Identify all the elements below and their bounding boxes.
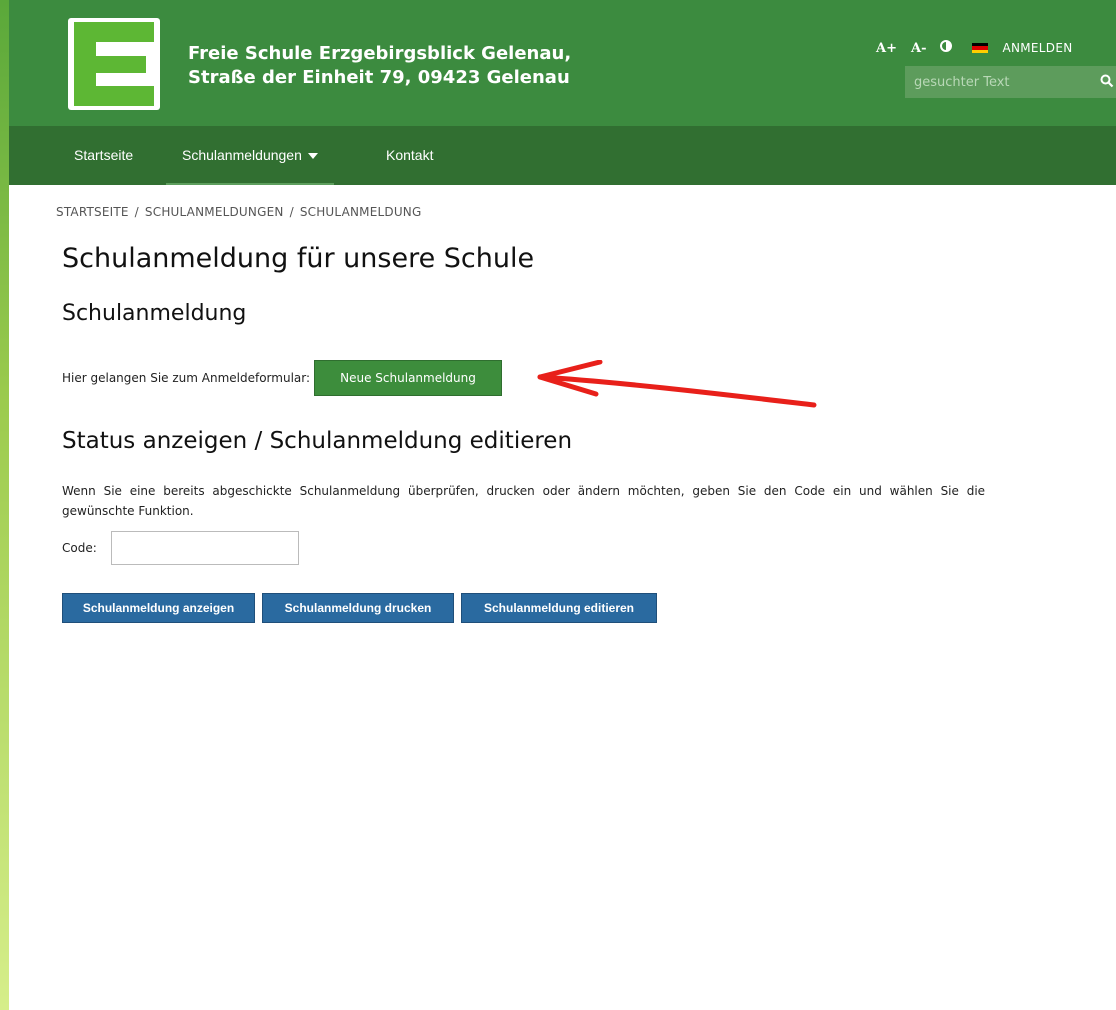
show-registration-button[interactable]: Schulanmeldung anzeigen: [62, 593, 255, 623]
annotation-arrow-icon: [537, 360, 817, 408]
breadcrumb: STARTSEITE / SCHULANMELDUNGEN / SCHULANMELDU…: [56, 205, 421, 219]
breadcrumb-current: SCHULANMELDUNG: [299, 205, 422, 219]
action-buttons: Schulanmeldung anzeigen Schulanmeldung d…: [62, 593, 664, 623]
status-section-title: Status anzeigen / Schulanmeldung editier…: [62, 428, 573, 454]
breadcrumb-startseite[interactable]: STARTSEITE: [56, 205, 129, 219]
school-name-line1: Freie Schule Erzgebirgsblick Gelenau,: [188, 43, 572, 64]
intro-text: Hier gelangen Sie zum Anmeldeformular:: [62, 371, 311, 385]
status-description: Wenn Sie eine bereits abgeschickte Schul…: [62, 481, 1116, 521]
school-name-line2: Straße der Einheit 79, 09423 Gelenau: [188, 67, 570, 88]
font-decrease-button[interactable]: A-: [911, 41, 926, 56]
breadcrumb-schulanmeldungen[interactable]: SCHULANMELDUNGEN: [145, 205, 284, 219]
search-icon[interactable]: [1100, 74, 1114, 88]
logo-e-icon: [74, 22, 154, 106]
login-link[interactable]: ANMELDEN: [1002, 41, 1072, 55]
left-decorative-strip: [0, 0, 9, 1010]
page-title: Schulanmeldung für unsere Schule: [62, 243, 535, 274]
breadcrumb-separator: /: [134, 205, 139, 219]
description-line1: Wenn Sie eine bereits abgeschickte Schul…: [62, 484, 986, 498]
contrast-icon[interactable]: [940, 40, 953, 56]
breadcrumb-separator: /: [289, 205, 294, 219]
main-navigation: Startseite Schulanmeldungen Kontakt: [9, 126, 1116, 185]
german-flag-icon[interactable]: [972, 43, 989, 53]
print-registration-button[interactable]: Schulanmeldung drucken: [262, 593, 454, 623]
edit-registration-button[interactable]: Schulanmeldung editieren: [461, 593, 657, 623]
search-box: [905, 66, 1116, 98]
school-logo[interactable]: [68, 18, 160, 110]
site-header: Freie Schule Erzgebirgsblick Gelenau, St…: [9, 0, 1116, 126]
intro-row: Hier gelangen Sie zum Anmeldeformular: N…: [62, 360, 503, 396]
code-row: Code:: [62, 530, 299, 566]
code-input[interactable]: [110, 531, 299, 565]
section-title: Schulanmeldung: [62, 301, 247, 326]
school-name[interactable]: Freie Schule Erzgebirgsblick Gelenau, St…: [188, 42, 748, 90]
nav-item-startseite[interactable]: Startseite: [74, 126, 133, 185]
nav-item-schulanmeldungen[interactable]: Schulanmeldungen: [166, 126, 334, 185]
new-registration-button[interactable]: Neue Schulanmeldung: [314, 360, 503, 396]
header-tools: A+ A- ANMELDEN: [876, 38, 1072, 58]
font-increase-button[interactable]: A+: [876, 41, 897, 56]
description-line2: gewünschte Funktion.: [62, 504, 194, 518]
code-label: Code:: [62, 541, 97, 555]
caret-down-icon: [307, 153, 318, 160]
search-input[interactable]: [914, 66, 1084, 98]
nav-item-kontakt[interactable]: Kontakt: [386, 126, 433, 185]
nav-item-label: Schulanmeldungen: [182, 147, 302, 163]
